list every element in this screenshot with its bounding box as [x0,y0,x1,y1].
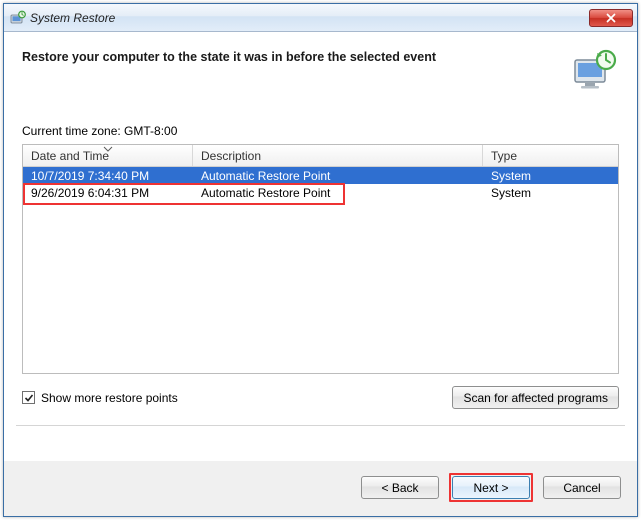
window-title: System Restore [30,11,115,25]
column-header-type[interactable]: Type [483,145,618,166]
close-icon [606,13,616,23]
next-button[interactable]: Next > [452,476,530,499]
cell-date: 9/26/2019 6:04:31 PM [23,186,193,200]
table-row[interactable]: 10/7/2019 7:34:40 PM Automatic Restore P… [23,167,618,184]
wizard-body: Restore your computer to the state it wa… [4,32,637,460]
column-header-description[interactable]: Description [193,145,483,166]
cell-type: System [483,186,618,200]
timezone-label: Current time zone: GMT-8:00 [22,124,625,138]
cell-date: 10/7/2019 7:34:40 PM [23,169,193,183]
checkbox-label: Show more restore points [41,391,178,405]
cell-description: Automatic Restore Point [193,169,483,183]
restore-monitor-icon [571,48,619,96]
wizard-header: Restore your computer to the state it wa… [16,44,625,96]
table-row[interactable]: 9/26/2019 6:04:31 PM Automatic Restore P… [23,184,618,201]
titlebar: System Restore [4,4,637,32]
column-label: Date and Time [31,149,109,163]
system-restore-window: System Restore Restore your computer to … [3,3,638,517]
table-header: Date and Time Description Type [23,145,618,167]
close-button[interactable] [589,9,633,27]
show-more-checkbox[interactable]: Show more restore points [22,391,178,405]
wizard-button-bar: < Back Next > Cancel [4,460,637,516]
checkbox-box [22,391,35,404]
column-label: Description [201,149,261,163]
back-button[interactable]: < Back [361,476,439,499]
next-button-annotation: Next > [449,473,533,502]
cell-description: Automatic Restore Point [193,186,483,200]
restore-points-table[interactable]: Date and Time Description Type 10/7/2019… [22,144,619,374]
below-grid-row: Show more restore points Scan for affect… [22,386,619,409]
system-restore-icon [10,10,26,26]
cancel-button[interactable]: Cancel [543,476,621,499]
sort-descending-icon [103,146,113,152]
table-body: 10/7/2019 7:34:40 PM Automatic Restore P… [23,167,618,201]
column-header-date[interactable]: Date and Time [23,145,193,166]
column-label: Type [491,149,517,163]
checkmark-icon [24,393,34,403]
page-heading: Restore your computer to the state it wa… [22,48,563,64]
cell-type: System [483,169,618,183]
separator [16,425,625,426]
scan-affected-button[interactable]: Scan for affected programs [452,386,619,409]
